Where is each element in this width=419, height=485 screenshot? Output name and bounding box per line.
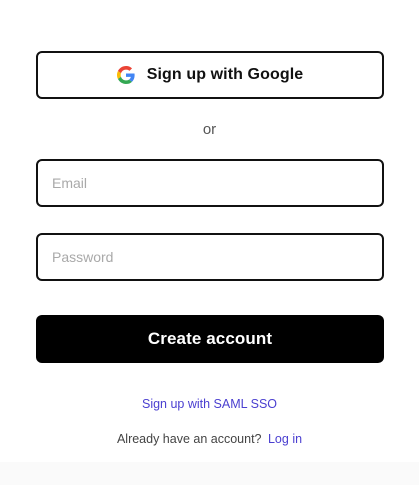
google-signup-label: Sign up with Google	[146, 66, 304, 83]
google-icon	[116, 66, 135, 84]
divider-or: or	[202, 121, 217, 138]
login-link[interactable]: Log in	[268, 432, 302, 446]
password-field-container	[36, 233, 384, 281]
create-account-button[interactable]: Create account	[36, 315, 384, 363]
login-prompt: Already have an account? Log in	[0, 432, 419, 446]
saml-sso-link[interactable]: Sign up with SAML SSO	[0, 397, 419, 411]
signup-page: Sign up with Google or Create account Si…	[0, 0, 419, 485]
email-field[interactable]	[38, 161, 382, 205]
have-account-text: Already have an account?	[116, 432, 262, 446]
footer-strip	[0, 462, 419, 485]
password-field[interactable]	[38, 235, 382, 279]
google-signup-button[interactable]: Sign up with Google	[36, 51, 384, 99]
email-field-container	[36, 159, 384, 207]
